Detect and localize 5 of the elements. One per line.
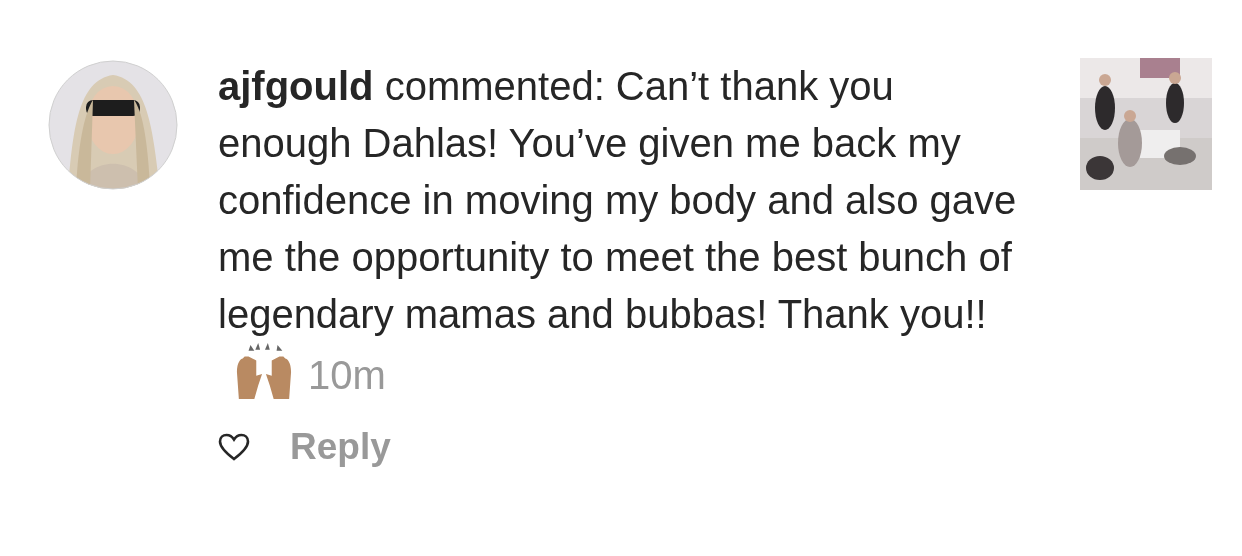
like-button[interactable]	[218, 433, 250, 461]
timestamp: 10m	[308, 353, 386, 397]
reply-button[interactable]: Reply	[290, 426, 391, 468]
heart-icon	[218, 433, 250, 461]
comment-text: ajfgould commented: Can’t thank you enough Dahlas! You’ve given me back my confidence in moving my body and also gave me the opportunity to meet the best bunch of legendary mamas and bubbas! Thank you!!	[218, 64, 1017, 336]
